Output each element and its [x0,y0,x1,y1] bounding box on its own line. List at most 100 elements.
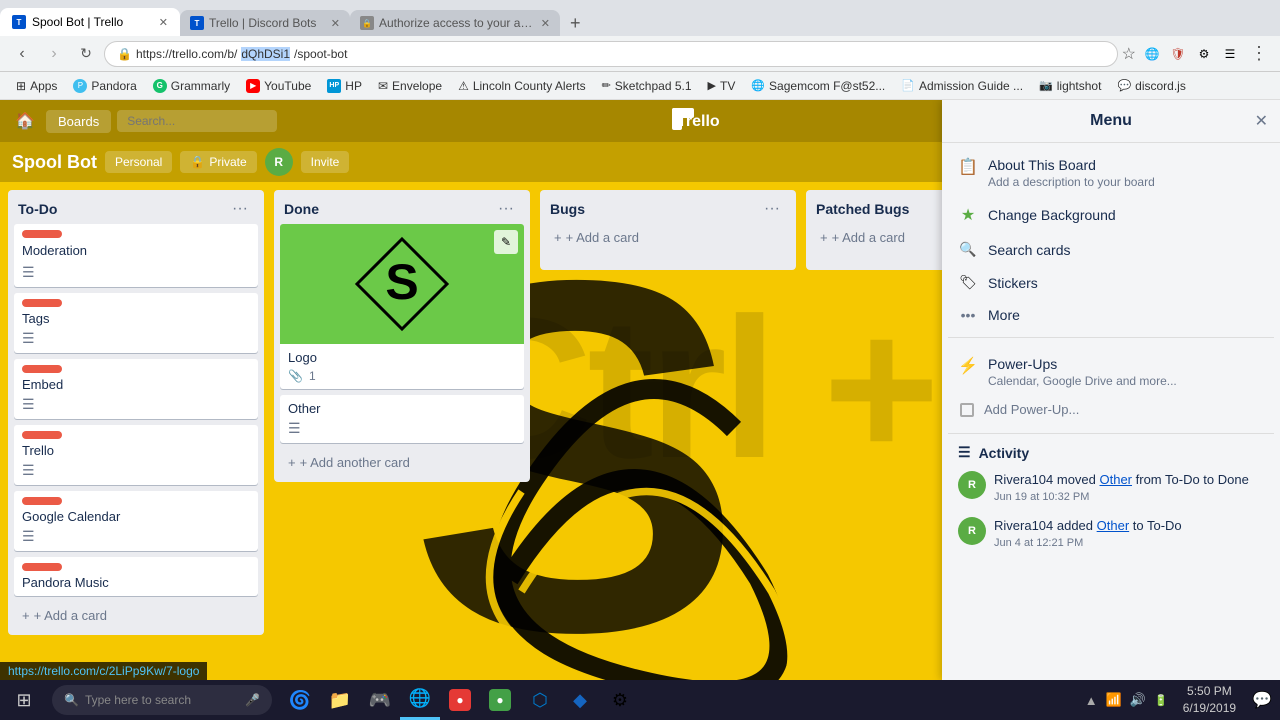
bookmark-hp[interactable]: HP HP [319,77,370,95]
tray-network[interactable]: 📶 [1103,689,1125,711]
ext-icon-2[interactable]: 🛡 [1166,42,1190,66]
ext-icon-3[interactable]: ⚙ [1192,42,1216,66]
powerups-item[interactable]: ⚡ Power-Ups Calendar, Google Drive and m… [958,348,1264,396]
trello-app: S Ctrl + C 🏠 Boards Trello [0,100,1280,680]
card-trello[interactable]: Trello ☰ [14,425,258,485]
tray-icon-1[interactable]: ▲ [1082,690,1101,711]
card-embed[interactable]: Embed ☰ [14,359,258,419]
bookmark-lincoln[interactable]: ⚠ Lincoln County Alerts [450,77,594,95]
menu-item-stickers[interactable]: 🏷 Stickers [948,266,1274,299]
tab-bar: T Spool Bot | Trello ✕ T Trello | Discor… [0,0,1280,36]
tab-inactive-2[interactable]: 🔒 Authorize access to your account ✕ [350,10,560,36]
tray-battery[interactable]: 🔋 [1151,691,1171,710]
activity-section: ☰ Activity R Rivera104 moved Other from … [948,440,1274,567]
activity-content-2: Rivera104 added Other to To-Do Jun 4 at … [994,517,1182,549]
personal-btn[interactable]: Personal [105,151,172,173]
add-card-done[interactable]: + + Add another card [280,449,524,476]
bookmark-sketchpad[interactable]: ✏ Sketchpad 5.1 [594,77,700,95]
taskbar-app-cortana[interactable]: 🌀 [280,680,320,720]
bookmark-discordjs[interactable]: 💬 discord.js [1109,77,1193,95]
boards-btn[interactable]: Boards [46,110,111,133]
bookmark-admission[interactable]: 📄 Admission Guide ... [893,77,1031,95]
r-badge[interactable]: R [265,148,293,176]
menu-item-change-bg[interactable]: ★ Change Background [948,197,1274,233]
bookmark-grammarly[interactable]: G Grammarly [145,77,238,95]
tab3-favicon: 🔒 [360,16,374,30]
card-moderation[interactable]: Moderation ☰ [14,224,258,287]
apps-icon: ⊞ [16,79,26,93]
taskbar-app-settings[interactable]: ⚙ [600,680,640,720]
bookmark-tv[interactable]: ▶ TV [700,77,744,95]
card-logo[interactable]: S ✎ Logo 📎 1 [280,224,524,389]
action-center-btn[interactable]: 💬 [1244,680,1280,720]
taskbar-app-red[interactable]: ● [440,680,480,720]
activity-link-1[interactable]: Other [1100,472,1133,487]
menu-item-search[interactable]: 🔍 Search cards [948,233,1274,266]
stickers-icon: 🏷 [958,274,978,291]
start-btn[interactable]: ⊞ [0,680,48,720]
menu-close-btn[interactable]: ✕ [1255,111,1268,131]
activity-text-before-1: Rivera104 moved [994,472,1100,487]
tab-close-btn[interactable]: ✕ [159,16,168,29]
tab-active[interactable]: T Spool Bot | Trello ✕ [0,8,180,36]
list-todo-body: Moderation ☰ Tags ☰ [8,224,264,602]
bookmark-star[interactable]: ☆ [1122,44,1136,64]
mic-icon[interactable]: 🎤 [245,693,260,707]
taskbar-search-box[interactable]: 🔍 Type here to search 🎤 [52,685,272,715]
bookmark-pandora[interactable]: P Pandora [65,77,144,95]
taskbar-app-chrome[interactable]: 🌐 [400,680,440,720]
tab-inactive-1[interactable]: T Trello | Discord Bots ✕ [180,10,350,36]
bookmark-sagemcom[interactable]: 🌐 Sagemcom F@st52... [743,77,893,95]
card-gcal[interactable]: Google Calendar ☰ [14,491,258,551]
bookmark-envelope[interactable]: ✉ Envelope [370,77,450,95]
taskbar-time: 5:50 PM [1183,683,1236,700]
status-url: https://trello.com/c/2LiPp9Kw/7-logo [8,664,199,678]
taskbar-app-discord[interactable]: 🎮 [360,680,400,720]
list-done-menu[interactable]: ··· [492,198,520,220]
taskbar-app-fileexplorer[interactable]: 📁 [320,680,360,720]
add-card-todo[interactable]: + + Add a card [14,602,258,629]
bookmark-apps[interactable]: ⊞ Apps [8,77,65,95]
card-meta-embed: ☰ [22,396,250,413]
add-powerup-item[interactable]: Add Power-Up... [958,396,1264,423]
board-title-btn[interactable]: Spool Bot [12,152,97,173]
bookmark-lightshot[interactable]: 📷 lightshot [1031,77,1109,95]
taskbar-app-green[interactable]: ● [480,680,520,720]
svg-text:S: S [385,254,418,310]
change-bg-icon: ★ [958,205,978,225]
card-pandora[interactable]: Pandora Music [14,557,258,596]
private-btn[interactable]: 🔒 Private [180,151,256,173]
menu-item-more[interactable]: ••• More [948,299,1274,331]
reload-btn[interactable]: ↻ [72,40,100,68]
invite-btn[interactable]: Invite [301,151,350,173]
card-edit-btn[interactable]: ✎ [494,230,518,254]
card-tags[interactable]: Tags ☰ [14,293,258,353]
forward-btn[interactable]: › [40,40,68,68]
ext-icon-1[interactable]: 🌐 [1140,42,1164,66]
bookmark-youtube[interactable]: ▶ YouTube [238,77,319,95]
activity-avatar-1[interactable]: R [958,471,986,499]
home-btn[interactable]: 🏠 [10,106,40,136]
activity-avatar-2[interactable]: R [958,517,986,545]
add-powerup-label: Add Power-Up... [984,402,1079,417]
activity-text-1: Rivera104 moved Other from To-Do to Done [994,471,1249,489]
list-bugs-menu[interactable]: ··· [758,198,786,220]
new-tab-btn[interactable]: + [560,10,591,36]
activity-link-2[interactable]: Other [1097,518,1130,533]
menu-item-about[interactable]: 📋 About This Board Add a description to … [948,149,1274,197]
tab2-close-btn[interactable]: ✕ [331,17,340,30]
header-search[interactable] [117,110,277,132]
ext-icon-4[interactable]: ☰ [1218,42,1242,66]
chrome-menu[interactable]: ⋮ [1246,41,1272,66]
taskbar-clock[interactable]: 5:50 PM 6/19/2019 [1175,683,1244,717]
tray-volume[interactable]: 🔊 [1127,689,1149,711]
back-btn[interactable]: ‹ [8,40,36,68]
taskbar-app-vscode[interactable]: ⬡ [520,680,560,720]
taskbar-app-blue[interactable]: ◆ [560,680,600,720]
address-bar[interactable]: 🔒 https://trello.com/b/ dQhDSi1 /spoot-b… [104,41,1118,67]
tab3-close-btn[interactable]: ✕ [541,17,550,30]
add-card-bugs[interactable]: + + Add a card [546,224,790,251]
list-todo-menu[interactable]: ··· [226,198,254,220]
card-other[interactable]: Other ☰ [280,395,524,443]
red-app-icon: ● [449,689,471,711]
